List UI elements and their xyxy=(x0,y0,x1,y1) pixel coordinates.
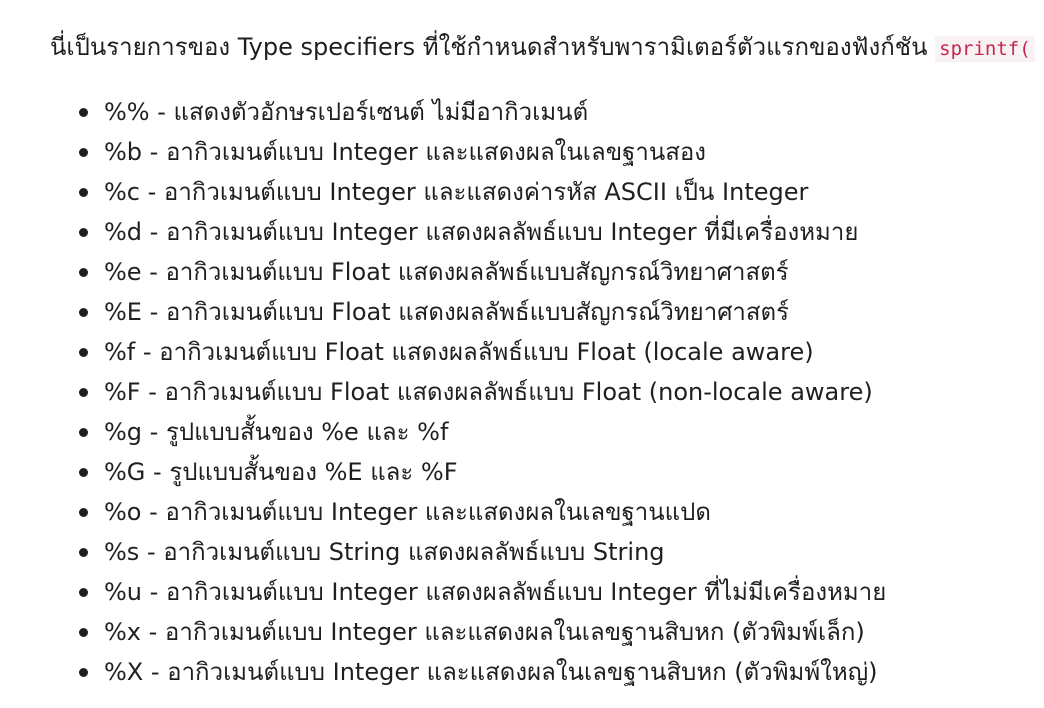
list-item-text: %b - อากิวเมนต์แบบ Integer และแสดงผลในเล… xyxy=(104,138,707,166)
list-item: %u - อากิวเมนต์แบบ Integer แสดงผลลัพธ์แบ… xyxy=(50,572,1044,612)
type-specifier-list: %% - แสดงตัวอักษรเปอร์เซนต์ ไม่มีอากิวเม… xyxy=(50,92,1044,692)
bullet-icon xyxy=(79,348,88,357)
list-item: %e - อากิวเมนต์แบบ Float แสดงผลลัพธ์แบบส… xyxy=(50,252,1044,292)
list-item-text: %d - อากิวเมนต์แบบ Integer แสดงผลลัพธ์แบ… xyxy=(104,218,859,246)
bullet-icon xyxy=(79,188,88,197)
list-item: %s - อากิวเมนต์แบบ String แสดงผลลัพธ์แบบ… xyxy=(50,532,1044,572)
bullet-icon xyxy=(79,508,88,517)
list-item: %c - อากิวเมนต์แบบ Integer และแสดงค่ารหั… xyxy=(50,172,1044,212)
bullet-icon xyxy=(79,308,88,317)
list-item: %% - แสดงตัวอักษรเปอร์เซนต์ ไม่มีอากิวเม… xyxy=(50,92,1044,132)
bullet-icon xyxy=(79,548,88,557)
list-item-text: %G - รูปแบบสั้นของ %E และ %F xyxy=(104,458,458,486)
list-item: %b - อากิวเมนต์แบบ Integer และแสดงผลในเล… xyxy=(50,132,1044,172)
inline-code-sprintf: sprintf( xyxy=(935,36,1035,62)
bullet-icon xyxy=(79,388,88,397)
list-item: %x - อากิวเมนต์แบบ Integer และแสดงผลในเล… xyxy=(50,612,1044,652)
list-item-text: %u - อากิวเมนต์แบบ Integer แสดงผลลัพธ์แบ… xyxy=(104,578,887,606)
article-content: นี่เป็นรายการของ Type specifiers ที่ใช้ก… xyxy=(50,22,1044,692)
list-item: %E - อากิวเมนต์แบบ Float แสดงผลลัพธ์แบบส… xyxy=(50,292,1044,332)
list-item-text: %X - อากิวเมนต์แบบ Integer และแสดงผลในเล… xyxy=(104,658,878,686)
list-item-text: %g - รูปแบบสั้นของ %e และ %f xyxy=(104,418,449,446)
list-item-text: %c - อากิวเมนต์แบบ Integer และแสดงค่ารหั… xyxy=(104,178,809,206)
list-item: %d - อากิวเมนต์แบบ Integer แสดงผลลัพธ์แบ… xyxy=(50,212,1044,252)
bullet-icon xyxy=(79,108,88,117)
list-item-text: %o - อากิวเมนต์แบบ Integer และแสดงผลในเล… xyxy=(104,498,711,526)
list-item-text: %e - อากิวเมนต์แบบ Float แสดงผลลัพธ์แบบส… xyxy=(104,258,789,286)
list-item: %X - อากิวเมนต์แบบ Integer และแสดงผลในเล… xyxy=(50,652,1044,692)
bullet-icon xyxy=(79,428,88,437)
list-item-text: %% - แสดงตัวอักษรเปอร์เซนต์ ไม่มีอากิวเม… xyxy=(104,98,589,126)
bullet-icon xyxy=(79,468,88,477)
list-item: %g - รูปแบบสั้นของ %e และ %f xyxy=(50,412,1044,452)
list-item-text: %E - อากิวเมนต์แบบ Float แสดงผลลัพธ์แบบส… xyxy=(104,298,790,326)
bullet-icon xyxy=(79,588,88,597)
list-item: %F - อากิวเมนต์แบบ Float แสดงผลลัพธ์แบบ … xyxy=(50,372,1044,412)
list-item-text: %s - อากิวเมนต์แบบ String แสดงผลลัพธ์แบบ… xyxy=(104,538,665,566)
bullet-icon xyxy=(79,148,88,157)
list-item: %G - รูปแบบสั้นของ %E และ %F xyxy=(50,452,1044,492)
bullet-icon xyxy=(79,628,88,637)
list-item: %o - อากิวเมนต์แบบ Integer และแสดงผลในเล… xyxy=(50,492,1044,532)
bullet-icon xyxy=(79,268,88,277)
list-item: %f - อากิวเมนต์แบบ Float แสดงผลลัพธ์แบบ … xyxy=(50,332,1044,372)
list-item-text: %F - อากิวเมนต์แบบ Float แสดงผลลัพธ์แบบ … xyxy=(104,378,873,406)
list-item-text: %f - อากิวเมนต์แบบ Float แสดงผลลัพธ์แบบ … xyxy=(104,338,814,366)
bullet-icon xyxy=(79,228,88,237)
list-item-text: %x - อากิวเมนต์แบบ Integer และแสดงผลในเล… xyxy=(104,618,865,646)
intro-text: นี่เป็นรายการของ Type specifiers ที่ใช้ก… xyxy=(50,33,928,61)
bullet-icon xyxy=(79,668,88,677)
intro-paragraph: นี่เป็นรายการของ Type specifiers ที่ใช้ก… xyxy=(50,22,1044,72)
